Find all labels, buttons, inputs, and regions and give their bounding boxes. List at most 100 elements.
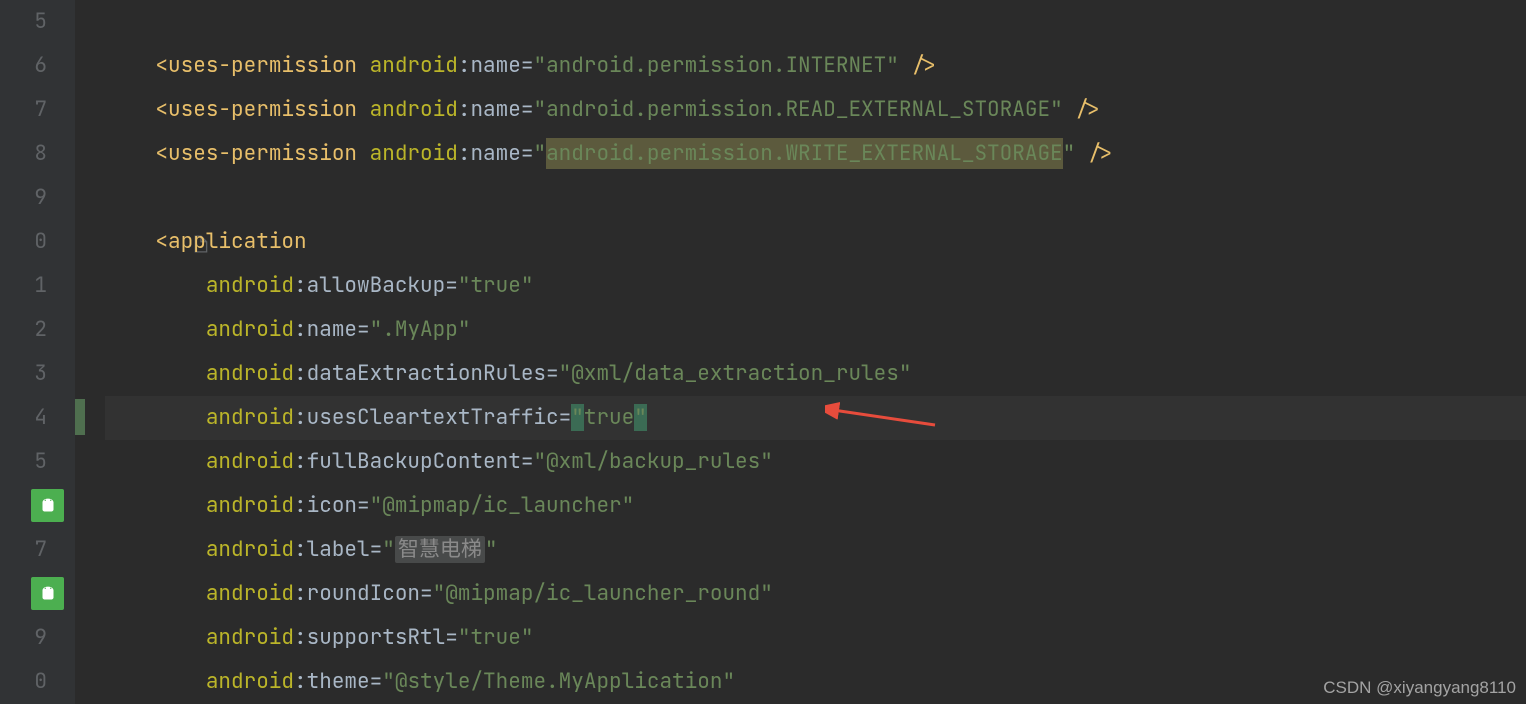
code-line[interactable]: <application — [105, 220, 1526, 264]
equals: = — [521, 96, 534, 123]
attr-value: "@xml/data_extraction_rules" — [559, 360, 912, 387]
quote-highlight: " — [634, 404, 647, 431]
attr-namespace: android — [370, 140, 458, 167]
android-icon[interactable] — [31, 489, 64, 522]
line-number: 9 — [0, 176, 75, 220]
quote-highlight: " — [571, 404, 584, 431]
xml-tag: <application — [155, 228, 306, 255]
attr-namespace: android — [206, 668, 294, 695]
equals: = — [357, 316, 370, 343]
attr-value: "@xml/backup_rules" — [533, 448, 772, 475]
line-number: 5 — [0, 440, 75, 484]
attr-namespace: android — [206, 360, 294, 387]
line-number: 7 — [0, 88, 75, 132]
attr-name: :roundIcon — [294, 580, 420, 607]
code-line[interactable]: android:supportsRtl="true" — [105, 616, 1526, 660]
attr-name: :name — [458, 140, 521, 167]
code-line[interactable]: <uses-permission android:name="android.p… — [105, 88, 1526, 132]
attr-name: :label — [294, 536, 370, 563]
code-line[interactable]: android:allowBackup="true" — [105, 264, 1526, 308]
code-line-current[interactable]: android:usesCleartextTraffic="true" — [105, 396, 1526, 440]
equals: = — [521, 52, 534, 79]
line-number: 3 — [0, 352, 75, 396]
attr-name: :dataExtractionRules — [294, 360, 546, 387]
code-line[interactable]: <uses-permission android:name="android.p… — [105, 132, 1526, 176]
line-number: 7 — [0, 528, 75, 572]
code-line[interactable]: android:name=".MyApp" — [105, 308, 1526, 352]
attr-name: :name — [458, 96, 521, 123]
attr-namespace: android — [206, 316, 294, 343]
tag-close: /> — [1088, 140, 1113, 167]
equals: = — [420, 580, 433, 607]
attr-name: :name — [458, 52, 521, 79]
attr-name: :icon — [294, 492, 357, 519]
attr-value: "智慧电梯" — [382, 536, 497, 563]
line-number: 4 — [0, 396, 75, 440]
code-line[interactable]: android:label="智慧电梯" — [105, 528, 1526, 572]
line-number: 9 — [0, 616, 75, 660]
code-line[interactable] — [105, 176, 1526, 220]
attr-namespace: android — [206, 448, 294, 475]
code-editor[interactable]: 5 6 7 8 9 0 1 2 3 4 5 6 7 8 9 0 — [0, 0, 1526, 704]
attr-namespace: android — [370, 96, 458, 123]
attr-namespace: android — [206, 272, 294, 299]
highlighted-text: android.permission.WRITE_EXTERNAL_STORAG… — [546, 138, 1063, 169]
xml-tag: <uses-permission — [155, 96, 357, 123]
tag-close: /> — [911, 52, 936, 79]
watermark: CSDN @xiyangyang8110 — [1323, 678, 1516, 698]
line-number: 6 — [0, 44, 75, 88]
attr-namespace: android — [206, 580, 294, 607]
code-line[interactable]: android:fullBackupContent="@xml/backup_r… — [105, 440, 1526, 484]
line-number: 5 — [0, 0, 75, 44]
marker-column — [75, 0, 105, 704]
attr-name: :theme — [294, 668, 370, 695]
attr-value: ".MyApp" — [370, 316, 471, 343]
code-line[interactable]: android:icon="@mipmap/ic_launcher" — [105, 484, 1526, 528]
code-line[interactable]: android:roundIcon="@mipmap/ic_launcher_r… — [105, 572, 1526, 616]
xml-tag: <uses-permission — [155, 140, 357, 167]
line-number: 2 — [0, 308, 75, 352]
attr-namespace: android — [206, 404, 294, 431]
line-number: 0 — [0, 660, 75, 704]
tag-close: /> — [1075, 96, 1100, 123]
attr-namespace: android — [206, 492, 294, 519]
attr-value: "android.permission.WRITE_EXTERNAL_STORA… — [533, 138, 1075, 169]
equals: = — [445, 272, 458, 299]
xml-tag: <uses-permission — [155, 52, 357, 79]
code-line[interactable]: <uses-permission android:name="android.p… — [105, 44, 1526, 88]
folded-value[interactable]: 智慧电梯 — [395, 536, 485, 563]
equals: = — [357, 492, 370, 519]
change-marker — [75, 399, 85, 435]
attr-namespace: android — [370, 52, 458, 79]
attr-value: "android.permission.INTERNET" — [533, 52, 898, 79]
equals: = — [546, 360, 559, 387]
code-area[interactable]: <uses-permission android:name="android.p… — [105, 0, 1526, 704]
equals: = — [521, 140, 534, 167]
attr-value: "@mipmap/ic_launcher_round" — [433, 580, 773, 607]
equals: = — [521, 448, 534, 475]
attr-value: "@mipmap/ic_launcher" — [370, 492, 635, 519]
line-number: 1 — [0, 264, 75, 308]
attr-value: "android.permission.READ_EXTERNAL_STORAG… — [533, 96, 1062, 123]
equals: = — [445, 624, 458, 651]
equals: = — [559, 404, 572, 431]
attr-name: :allowBackup — [294, 272, 445, 299]
attr-name: :usesCleartextTraffic — [294, 404, 559, 431]
code-line[interactable]: android:theme="@style/Theme.MyApplicatio… — [105, 660, 1526, 704]
attr-value: "@style/Theme.MyApplication" — [382, 668, 735, 695]
attr-value: "true" — [458, 624, 534, 651]
attr-name: :supportsRtl — [294, 624, 445, 651]
attr-namespace: android — [206, 624, 294, 651]
equals: = — [370, 668, 383, 695]
attr-value: "true" — [458, 272, 534, 299]
code-line[interactable] — [105, 0, 1526, 44]
equals: = — [370, 536, 383, 563]
attr-value: "true" — [571, 404, 647, 431]
android-icon[interactable] — [31, 577, 64, 610]
line-number: 8 — [0, 132, 75, 176]
attr-name: :fullBackupContent — [294, 448, 521, 475]
attr-namespace: android — [206, 536, 294, 563]
line-number: 0 — [0, 220, 75, 264]
attr-name: :name — [294, 316, 357, 343]
code-line[interactable]: android:dataExtractionRules="@xml/data_e… — [105, 352, 1526, 396]
